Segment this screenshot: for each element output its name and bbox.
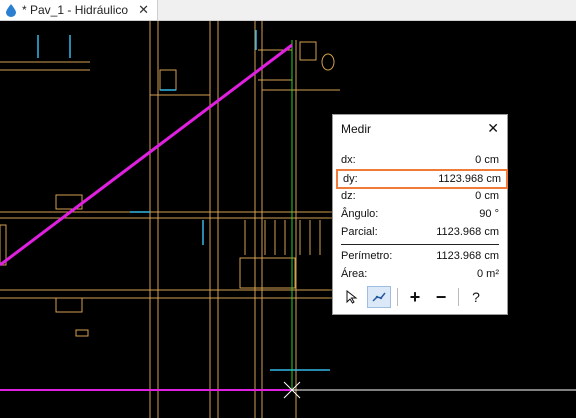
- add-point-button[interactable]: +: [404, 287, 426, 307]
- dy-value: 1123.968 cm: [438, 173, 501, 185]
- measure-toolbar: + − ?: [341, 286, 499, 308]
- remove-point-button[interactable]: −: [430, 287, 452, 307]
- select-arrow-icon[interactable]: [341, 287, 363, 307]
- area-row: Área: 0 m²: [341, 266, 499, 282]
- perimeter-label: Perímetro:: [341, 250, 393, 262]
- close-panel-icon[interactable]: ✕: [487, 120, 499, 137]
- close-tab-icon[interactable]: ✕: [138, 2, 149, 18]
- partial-value: 1123.968 cm: [436, 226, 499, 238]
- dx-value: 0 cm: [475, 154, 499, 166]
- angle-row: Ângulo: 90 °: [341, 206, 499, 222]
- tab-title: * Pav_1 - Hidráulico: [22, 3, 129, 17]
- water-drop-icon: [4, 3, 18, 17]
- panel-divider: [341, 244, 499, 245]
- dy-label: dy:: [343, 173, 358, 185]
- help-button[interactable]: ?: [465, 287, 487, 307]
- measure-panel: Medir ✕ dx: 0 cm dy: 1123.968 cm dz: 0 c…: [332, 114, 508, 315]
- measure-line: [0, 43, 293, 267]
- document-tab[interactable]: * Pav_1 - Hidráulico ✕: [0, 0, 158, 20]
- partial-label: Parcial:: [341, 226, 378, 238]
- polyline-icon[interactable]: [367, 286, 391, 308]
- dz-value: 0 cm: [475, 190, 499, 202]
- dx-label: dx:: [341, 154, 356, 166]
- perimeter-row: Perímetro: 1123.968 cm: [341, 248, 499, 264]
- perimeter-value: 1123.968 cm: [436, 250, 499, 262]
- area-value: 0 m²: [477, 268, 499, 280]
- dx-row: dx: 0 cm: [341, 152, 499, 168]
- angle-value: 90 °: [479, 208, 499, 220]
- angle-label: Ângulo:: [341, 208, 379, 220]
- building-walls: [0, 21, 340, 418]
- dy-row-highlighted: dy: 1123.968 cm: [336, 169, 508, 189]
- partial-row: Parcial: 1123.968 cm: [341, 224, 499, 240]
- panel-title: Medir: [341, 122, 372, 136]
- toolbar-separator: [397, 288, 398, 306]
- dz-label: dz:: [341, 190, 356, 202]
- dz-row: dz: 0 cm: [341, 188, 499, 204]
- toolbar-separator: [458, 288, 459, 306]
- area-label: Área:: [341, 268, 368, 280]
- document-tab-bar: * Pav_1 - Hidráulico ✕: [0, 0, 576, 21]
